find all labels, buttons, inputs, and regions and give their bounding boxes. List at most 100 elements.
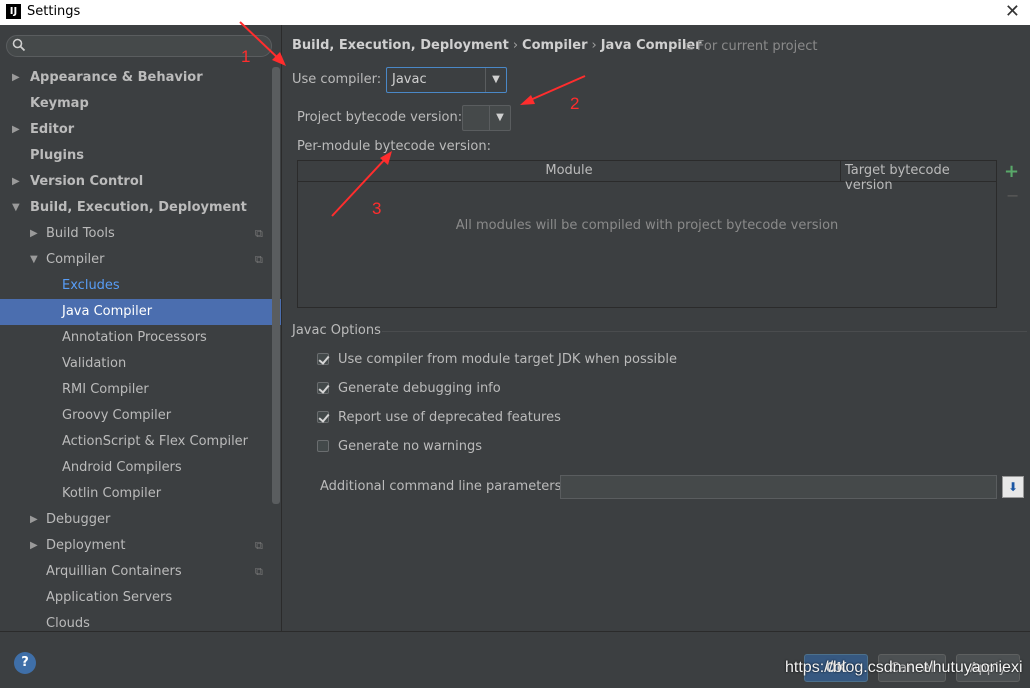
bytecode-version-label: Project bytecode version:: [297, 110, 463, 125]
sidebar-item-deployment[interactable]: ▶ Deployment ⧉: [0, 533, 281, 559]
sidebar-item-keymap[interactable]: Keymap: [0, 91, 281, 117]
sidebar-item-groovy-compiler[interactable]: Groovy Compiler: [0, 403, 281, 429]
sidebar-item-label: Appearance & Behavior: [30, 70, 203, 85]
table-header: Module Target bytecode version: [298, 161, 996, 193]
bytecode-version-select[interactable]: ▼: [462, 105, 511, 131]
column-header-target[interactable]: Target bytecode version: [845, 163, 996, 193]
sidebar-item-actionscript-flex-compiler[interactable]: ActionScript & Flex Compiler: [0, 429, 281, 455]
window-title: Settings: [27, 4, 81, 19]
expand-arrow-icon[interactable]: ▶: [12, 169, 20, 195]
sidebar-item-label: Keymap: [30, 96, 89, 111]
app-icon: IJ: [6, 4, 21, 19]
project-scope-icon: ⧉: [255, 539, 263, 552]
checkbox-box[interactable]: [317, 440, 329, 452]
sidebar-item-label: Clouds: [46, 616, 90, 631]
additional-params-input[interactable]: [560, 475, 997, 499]
checkbox-box[interactable]: [317, 411, 329, 423]
expand-arrow-icon[interactable]: ▶: [30, 221, 38, 247]
search-input[interactable]: [6, 35, 272, 57]
sidebar-item-debugger[interactable]: ▶ Debugger: [0, 507, 281, 533]
sidebar-item-label: Version Control: [30, 174, 144, 189]
sidebar-item-annotation-processors[interactable]: Annotation Processors: [0, 325, 281, 351]
sidebar-item-label: Debugger: [46, 512, 111, 527]
settings-sidebar: ▶ Appearance & Behavior Keymap ▶ Editor Pl…: [0, 25, 282, 631]
breadcrumb: Build, Execution, Deployment › Compiler › Ja…: [292, 38, 702, 53]
sidebar-item-label: Java Compiler: [62, 304, 153, 319]
scope-note-text: For current project: [696, 39, 818, 54]
collapse-arrow-icon[interactable]: ▼: [30, 247, 38, 273]
checkbox-label: Report use of deprecated features: [338, 410, 561, 425]
breadcrumb-separator: ›: [591, 38, 597, 53]
column-header-module[interactable]: Module: [298, 163, 840, 178]
sidebar-item-label: Kotlin Compiler: [62, 486, 162, 501]
title-bar: IJ Settings ✕: [0, 0, 1030, 25]
sidebar-item-label: Groovy Compiler: [62, 408, 172, 423]
sidebar-item-excludes[interactable]: Excludes: [0, 273, 281, 299]
breadcrumb-part: Build, Execution, Deployment: [292, 38, 509, 53]
sidebar-item-clouds[interactable]: Clouds: [0, 611, 281, 631]
sidebar-item-label: Compiler: [46, 252, 105, 267]
expand-arrow-icon[interactable]: ▶: [12, 117, 20, 143]
checkbox-box[interactable]: [317, 382, 329, 394]
breadcrumb-part: Compiler: [522, 38, 588, 53]
project-scope-icon: ⧉: [255, 565, 263, 578]
use-compiler-label: Use compiler:: [292, 72, 382, 87]
sidebar-item-label: Excludes: [62, 278, 120, 293]
expand-arrow-icon[interactable]: ▶: [30, 533, 38, 559]
add-icon[interactable]: +: [1004, 161, 1019, 182]
sidebar-scrollbar[interactable]: [272, 67, 280, 504]
search-icon: [12, 38, 26, 56]
column-divider: [840, 161, 841, 181]
checkbox-label: Generate no warnings: [338, 439, 483, 454]
section-divider: [382, 331, 1027, 332]
help-icon[interactable]: ?: [14, 652, 36, 674]
sidebar-item-arquillian-containers[interactable]: Arquillian Containers ⧉: [0, 559, 281, 585]
sidebar-item-build-tools[interactable]: ▶ Build Tools ⧉: [0, 221, 281, 247]
sidebar-item-label: Validation: [62, 356, 127, 371]
sidebar-item-editor[interactable]: ▶ Editor: [0, 117, 281, 143]
sidebar-item-build-execution-deployment[interactable]: ▼ Build, Execution, Deployment: [0, 195, 281, 221]
expand-arrow-icon[interactable]: ▶: [12, 65, 20, 91]
sidebar-item-label: Annotation Processors: [62, 330, 207, 345]
checkbox-box[interactable]: [317, 353, 329, 365]
expand-field-icon[interactable]: ⬇: [1002, 476, 1024, 498]
sidebar-item-version-control[interactable]: ▶ Version Control: [0, 169, 281, 195]
annotation-label-3: 3: [372, 199, 382, 218]
project-scope-icon: ⧉: [685, 40, 693, 53]
compiler-select[interactable]: Javac ▼: [386, 67, 507, 93]
sidebar-item-label: Deployment: [46, 538, 126, 553]
sidebar-item-label: Android Compilers: [62, 460, 182, 475]
sidebar-item-appearance[interactable]: ▶ Appearance & Behavior: [0, 65, 281, 91]
sidebar-item-label: Arquillian Containers: [46, 564, 182, 579]
additional-params-label: Additional command line parameters:: [320, 479, 566, 494]
sidebar-item-label: Build, Execution, Deployment: [30, 200, 247, 215]
sidebar-item-label: Editor: [30, 122, 75, 137]
breadcrumb-separator: ›: [512, 38, 519, 53]
dropdown-arrow-icon[interactable]: ▼: [485, 68, 506, 92]
sidebar-item-label: Build Tools: [46, 226, 115, 241]
project-scope-icon: ⧉: [255, 227, 263, 240]
table-empty-text: All modules will be compiled with projec…: [455, 218, 839, 233]
sidebar-item-label: Plugins: [30, 148, 84, 163]
watermark-text: https://blog.csdn.net/hutuyaoniexi: [785, 659, 1023, 676]
remove-icon[interactable]: −: [1006, 186, 1019, 205]
compiler-select-value: Javac: [392, 72, 427, 87]
collapse-arrow-icon[interactable]: ▼: [12, 195, 20, 221]
sidebar-item-android-compilers[interactable]: Android Compilers: [0, 455, 281, 481]
expand-arrow-icon[interactable]: ▶: [30, 507, 38, 533]
scope-note: ⧉ For current project: [685, 39, 817, 54]
sidebar-item-kotlin-compiler[interactable]: Kotlin Compiler: [0, 481, 281, 507]
annotation-label-1: 1: [241, 47, 251, 66]
dropdown-arrow-icon[interactable]: ▼: [489, 106, 510, 130]
sidebar-item-validation[interactable]: Validation: [0, 351, 281, 377]
module-bytecode-table[interactable]: Module Target bytecode version All modul…: [297, 160, 997, 308]
sidebar-item-rmi-compiler[interactable]: RMI Compiler: [0, 377, 281, 403]
checkbox-label: Generate debugging info: [338, 381, 501, 396]
sidebar-item-java-compiler[interactable]: Java Compiler: [0, 299, 281, 325]
sidebar-item-application-servers[interactable]: Application Servers: [0, 585, 281, 611]
sidebar-item-compiler[interactable]: ▼ Compiler ⧉: [0, 247, 281, 273]
sidebar-item-plugins[interactable]: Plugins: [0, 143, 281, 169]
checkbox-label: Use compiler from module target JDK when…: [338, 352, 677, 367]
close-icon[interactable]: ✕: [1005, 1, 1020, 22]
sidebar-item-label: ActionScript & Flex Compiler: [62, 434, 249, 449]
